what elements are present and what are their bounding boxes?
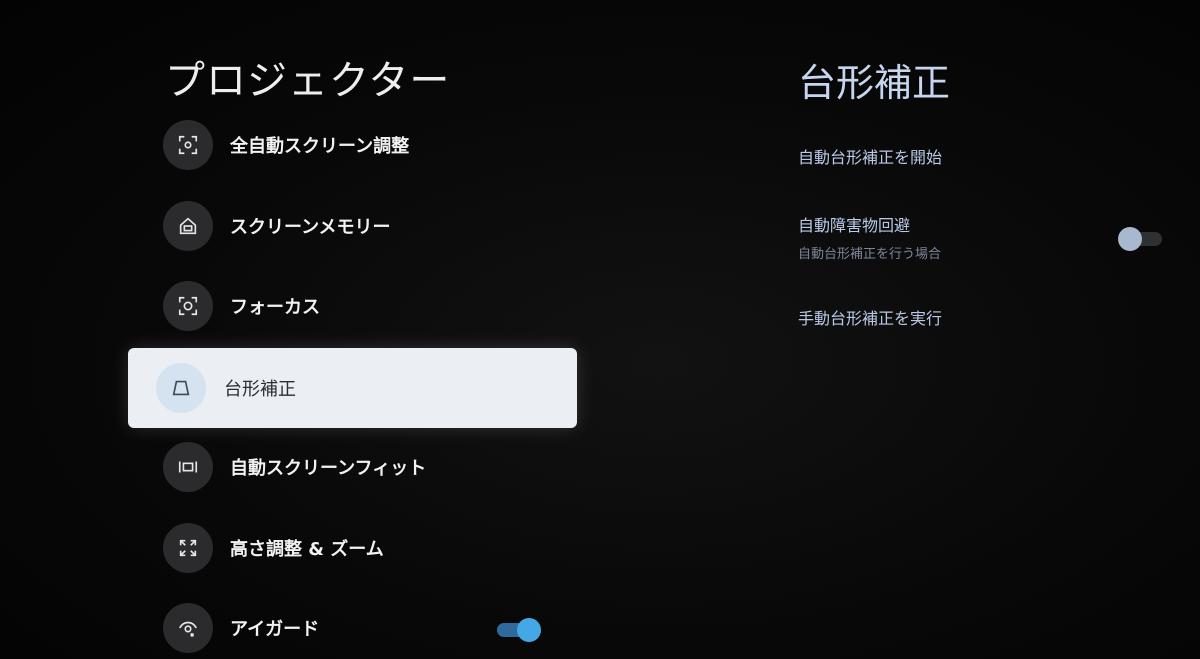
menu-item-label: 高さ調整 & ズーム <box>230 539 384 560</box>
auto-obstacle-avoidance-description: 自動台形補正を行う場合 <box>798 247 942 262</box>
menu-item-label: 自動スクリーンフィット <box>230 458 427 479</box>
toggle-knob <box>517 618 541 642</box>
menu-item-label: 全自動スクリーン調整 <box>230 136 410 157</box>
menu-item-keystone[interactable]: 台形補正 <box>128 348 577 428</box>
zoom-icon <box>163 523 213 573</box>
auto-obstacle-avoidance-option[interactable]: 自動障害物回避 <box>798 212 910 236</box>
start-auto-keystone-option[interactable]: 自動台形補正を開始 <box>798 144 942 168</box>
auto-obstacle-avoidance-toggle[interactable] <box>1118 227 1162 251</box>
screen-memory-icon <box>163 201 213 251</box>
menu-item-label: フォーカス <box>230 297 320 318</box>
manual-keystone-option[interactable]: 手動台形補正を実行 <box>798 305 942 329</box>
projector-settings-screen: プロジェクター 全自動スクリーン調整 スクリーンメモリー フォーカス 台形補正 … <box>0 0 1200 659</box>
screen-fit-icon <box>163 442 213 492</box>
keystone-icon <box>156 363 206 413</box>
focus-icon <box>163 281 213 331</box>
eye-guard-toggle[interactable] <box>497 618 541 642</box>
page-title: プロジェクター <box>165 58 451 104</box>
menu-item-label: アイガード <box>230 619 320 640</box>
detail-title: 台形補正 <box>798 61 951 105</box>
menu-item-height-zoom[interactable]: 高さ調整 & ズーム <box>163 522 563 574</box>
menu-item-label: スクリーンメモリー <box>230 217 391 238</box>
auto-screen-adjust-icon <box>163 120 213 170</box>
menu-item-auto-screen-adjust[interactable]: 全自動スクリーン調整 <box>163 119 563 171</box>
eye-guard-icon <box>163 603 213 653</box>
menu-item-screen-fit[interactable]: 自動スクリーンフィット <box>163 441 563 493</box>
toggle-knob <box>1118 227 1142 251</box>
menu-item-label: 台形補正 <box>224 379 296 400</box>
menu-item-screen-memory[interactable]: スクリーンメモリー <box>163 200 563 252</box>
menu-item-focus[interactable]: フォーカス <box>163 280 563 332</box>
